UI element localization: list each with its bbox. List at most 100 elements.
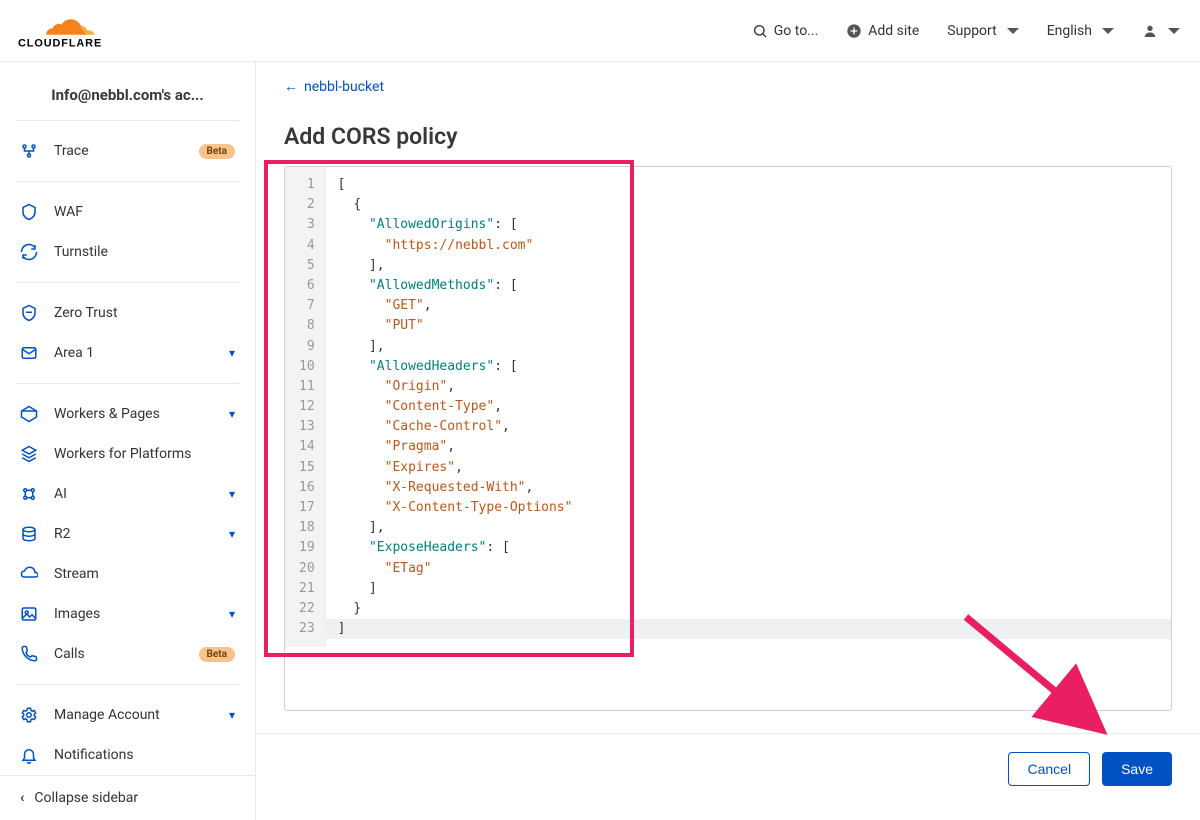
sidebar-item-notifications[interactable]: Notifications — [0, 735, 255, 775]
workers-icon — [20, 405, 38, 423]
sidebar-item-area-1[interactable]: Area 1 ▾ — [0, 333, 255, 373]
arrow-left-icon: ← — [284, 78, 298, 95]
chevron-down-icon — [1007, 28, 1019, 34]
form-actions: Cancel Save — [284, 752, 1172, 786]
code-line: ] — [338, 579, 1159, 599]
sidebar-item-label: Workers & Pages — [54, 406, 213, 422]
sidebar-item-label: Area 1 — [54, 345, 213, 361]
sidebar-item-label: Manage Account — [54, 707, 213, 723]
add-site-label: Add site — [868, 23, 919, 39]
sidebar-item-label: Turnstile — [54, 244, 235, 260]
page-title: Add CORS policy — [284, 123, 1172, 150]
images-icon — [20, 605, 38, 623]
line-gutter: 1234567891011121314151617181920212223 — [285, 167, 326, 647]
wfp-icon — [20, 445, 38, 463]
breadcrumb-back[interactable]: ← nebbl-bucket — [284, 78, 1172, 95]
top-header: CLOUDFLARE Go to... Add site Support Eng… — [0, 0, 1200, 62]
goto-label: Go to... — [774, 23, 819, 39]
main-content: ← nebbl-bucket Add CORS policy 123456789… — [256, 62, 1200, 820]
chevron-down-icon — [1168, 28, 1180, 34]
sidebar-item-calls[interactable]: CallsBeta — [0, 634, 255, 674]
user-menu[interactable] — [1142, 23, 1180, 39]
support-menu[interactable]: Support — [947, 23, 1018, 39]
sidebar-item-trace[interactable]: TraceBeta — [0, 131, 255, 171]
code-line: "https://nebbl.com" — [338, 236, 1159, 256]
code-area[interactable]: [ { "AllowedOrigins": [ "https://nebbl.c… — [326, 167, 1171, 647]
chevron-down-icon: ▾ — [229, 607, 235, 621]
code-line: "X-Requested-With", — [338, 478, 1159, 498]
code-line: "ExposeHeaders": [ — [338, 538, 1159, 558]
sidebar-item-r2[interactable]: R2 ▾ — [0, 514, 255, 554]
goto-search[interactable]: Go to... — [752, 23, 819, 39]
sidebar-item-label: Images — [54, 606, 213, 622]
manage-icon — [20, 706, 38, 724]
zero-trust-icon — [20, 304, 38, 322]
sidebar-item-stream[interactable]: Stream — [0, 554, 255, 594]
collapse-label: Collapse sidebar — [34, 790, 138, 806]
notifications-icon — [20, 746, 38, 764]
ai-icon — [20, 485, 38, 503]
code-line: "Pragma", — [338, 437, 1159, 457]
sidebar-item-label: Workers for Platforms — [54, 446, 235, 462]
beta-badge: Beta — [199, 647, 235, 662]
calls-icon — [20, 645, 38, 663]
sidebar-item-images[interactable]: Images ▾ — [0, 594, 255, 634]
r2-icon — [20, 525, 38, 543]
sidebar-item-label: Stream — [54, 566, 235, 582]
code-line: "X-Content-Type-Options" — [338, 498, 1159, 518]
sidebar-item-ai[interactable]: AI▾ — [0, 474, 255, 514]
code-line: "Origin", — [338, 377, 1159, 397]
divider — [16, 383, 239, 384]
sidebar-item-label: R2 — [54, 526, 213, 542]
divider — [16, 282, 239, 283]
user-icon — [1142, 23, 1158, 39]
sidebar-item-workers-pages[interactable]: Workers & Pages ▾ — [0, 394, 255, 434]
chevron-down-icon: ▾ — [229, 708, 235, 722]
code-editor[interactable]: 1234567891011121314151617181920212223 [ … — [284, 166, 1172, 711]
cloudflare-logo[interactable]: CLOUDFLARE — [18, 12, 118, 48]
code-line: } — [338, 599, 1159, 619]
plus-circle-icon — [846, 23, 862, 39]
chevron-down-icon — [1102, 28, 1114, 34]
trace-icon — [20, 142, 38, 160]
sidebar-item-waf[interactable]: WAF — [0, 192, 255, 232]
code-line: ], — [338, 518, 1159, 538]
chevron-down-icon: ▾ — [229, 527, 235, 541]
sidebar-item-manage-account[interactable]: Manage Account ▾ — [0, 695, 255, 735]
add-site-button[interactable]: Add site — [846, 23, 919, 39]
chevron-down-icon: ▾ — [229, 407, 235, 421]
language-label: English — [1047, 23, 1092, 39]
divider — [16, 684, 239, 685]
chevron-down-icon: ▾ — [229, 487, 235, 501]
divider — [16, 181, 239, 182]
language-menu[interactable]: English — [1047, 23, 1114, 39]
code-line: "Expires", — [338, 458, 1159, 478]
code-line: "Content-Type", — [338, 397, 1159, 417]
breadcrumb-label: nebbl-bucket — [304, 79, 384, 95]
sidebar-item-label: WAF — [54, 204, 235, 220]
cancel-button[interactable]: Cancel — [1008, 752, 1090, 786]
code-line: [ — [338, 175, 1159, 195]
waf-icon — [20, 203, 38, 221]
sidebar-item-zero-trust[interactable]: Zero Trust — [0, 293, 255, 333]
svg-text:CLOUDFLARE: CLOUDFLARE — [18, 38, 102, 49]
search-icon — [752, 23, 768, 39]
code-line: "PUT" — [338, 316, 1159, 336]
turnstile-icon — [20, 243, 38, 261]
code-line: "AllowedHeaders": [ — [338, 357, 1159, 377]
divider — [256, 733, 1200, 734]
sidebar-item-label: Notifications — [54, 747, 235, 763]
save-button[interactable]: Save — [1102, 752, 1172, 786]
account-name[interactable]: Info@nebbl.com's ac... — [0, 62, 255, 110]
stream-icon — [20, 565, 38, 583]
code-line: "GET", — [338, 296, 1159, 316]
sidebar-item-workers-for-platforms[interactable]: Workers for Platforms — [0, 434, 255, 474]
divider — [16, 120, 239, 121]
code-line: ], — [338, 256, 1159, 276]
sidebar-item-turnstile[interactable]: Turnstile — [0, 232, 255, 272]
code-line: "AllowedOrigins": [ — [338, 215, 1159, 235]
collapse-sidebar[interactable]: ‹‹ Collapse sidebar — [0, 775, 255, 820]
code-line: { — [338, 195, 1159, 215]
sidebar: Info@nebbl.com's ac... TraceBeta WAF Turns… — [0, 62, 256, 820]
chevron-down-icon: ▾ — [229, 346, 235, 360]
